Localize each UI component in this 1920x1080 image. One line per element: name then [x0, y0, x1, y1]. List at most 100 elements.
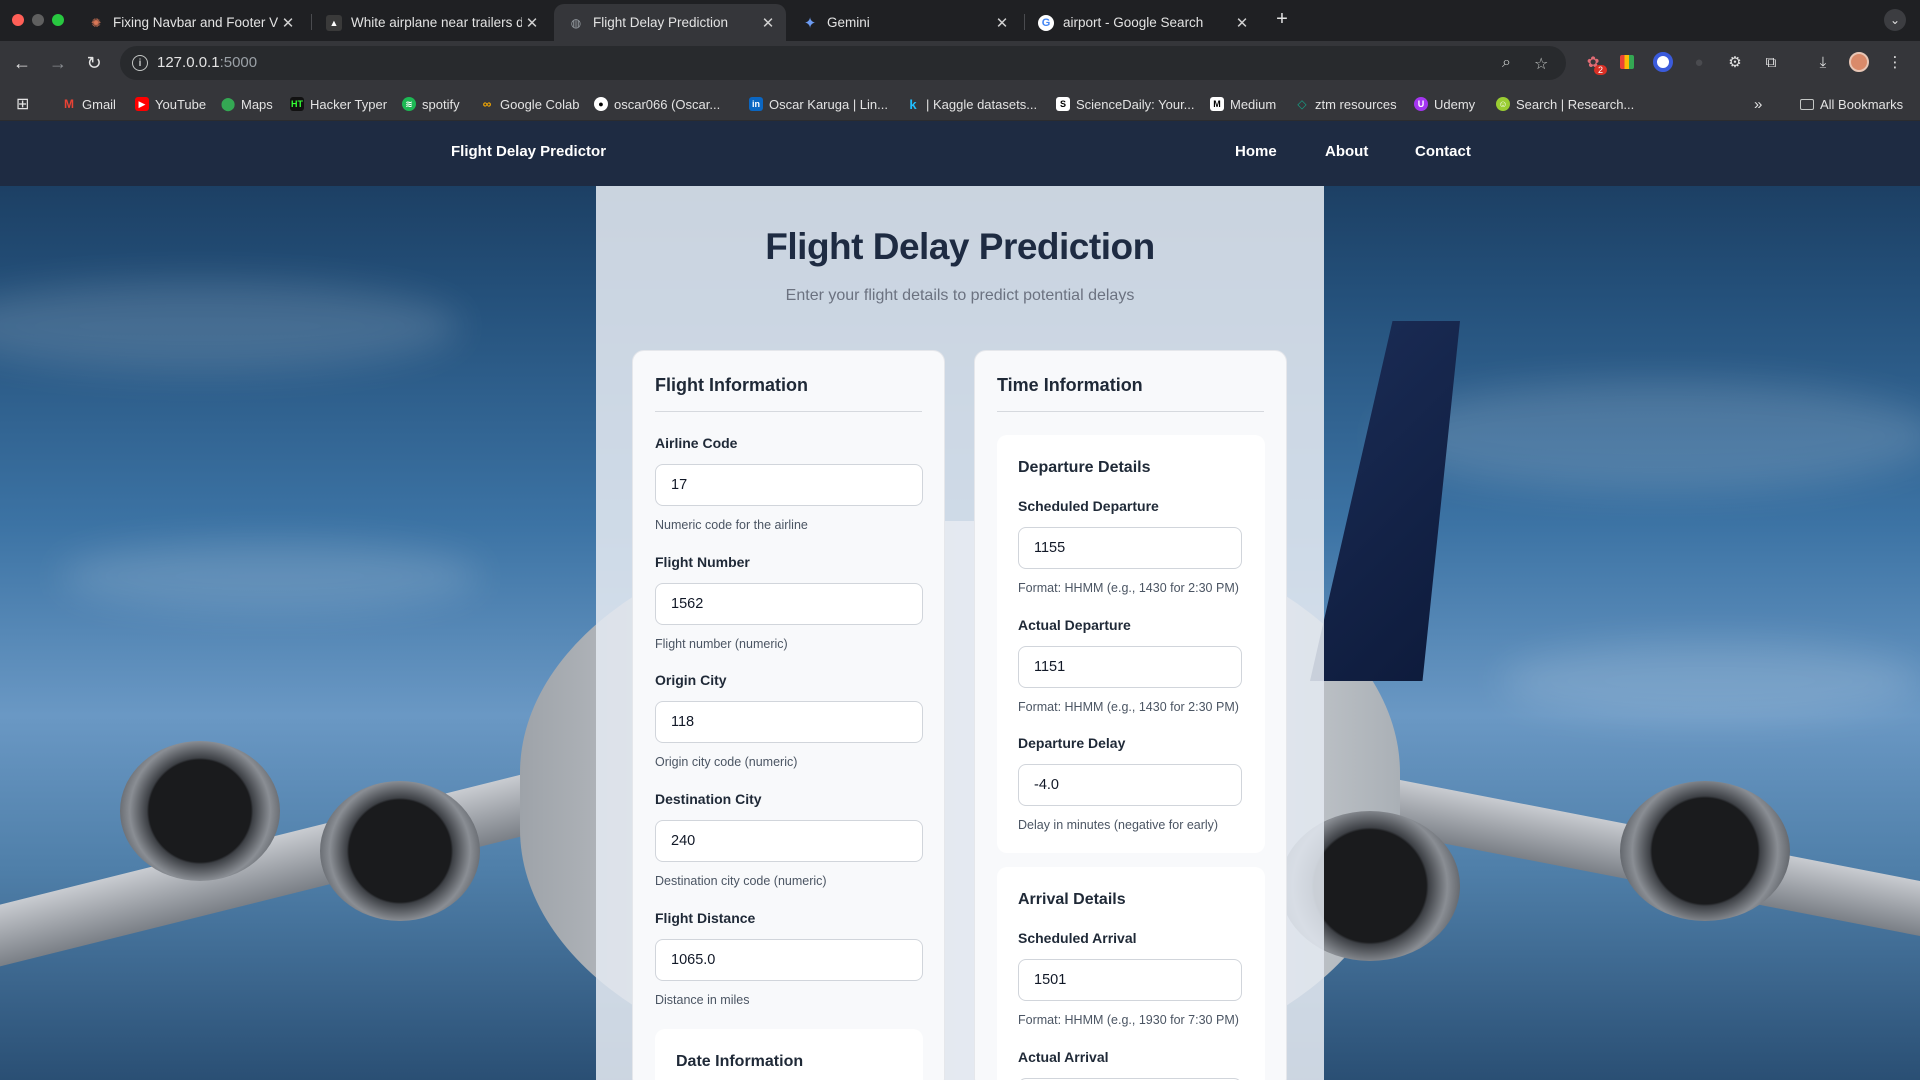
bookmark-sciencedaily[interactable]: S ScienceDaily: Your... [1056, 95, 1195, 113]
settings-extension-icon[interactable]: ⚙ [1724, 51, 1746, 73]
browser-tab-active[interactable]: ◍ Flight Delay Prediction ✕ [554, 4, 786, 41]
nav-about[interactable]: About [1325, 143, 1368, 160]
scheduled-departure-hint: Format: HHMM (e.g., 1430 for 2:30 PM) [1018, 581, 1239, 595]
hacker-typer-icon: HT [290, 97, 304, 111]
window-minimize-button[interactable] [32, 14, 44, 26]
section-title: Flight Information [655, 375, 808, 395]
bookmark-hacker-typer[interactable]: HT Hacker Typer [290, 95, 387, 113]
forward-icon[interactable]: → [46, 51, 70, 75]
research-icon: ☺ [1496, 97, 1510, 111]
page-subtitle: Enter your flight details to predict pot… [785, 287, 1135, 304]
flight-distance-hint: Distance in miles [655, 993, 750, 1007]
site-brand[interactable]: Flight Delay Predictor [451, 143, 606, 160]
bookmark-udemy[interactable]: U Udemy [1414, 95, 1475, 113]
bookmarks-bar: ⊞ M Gmail ▶ YouTube ⬤ Maps HT Hacker Typer ≋… [0, 86, 1920, 121]
section-title: Date Information [676, 1053, 804, 1070]
extension-icon[interactable]: ● [1688, 51, 1710, 73]
departure-delay-input[interactable]: -4.0 [1018, 764, 1242, 806]
bookmark-youtube[interactable]: ▶ YouTube [135, 95, 206, 113]
bookmark-github[interactable]: ● oscar066 (Oscar... [594, 95, 720, 113]
actual-departure-input[interactable]: 1151 [1018, 646, 1242, 688]
extension-icon[interactable] [1616, 51, 1638, 73]
divider [997, 411, 1264, 412]
actual-arrival-label: Actual Arrival [1018, 1049, 1109, 1065]
bookmark-star-icon[interactable]: ☆ [1534, 54, 1548, 74]
more-bookmarks-icon[interactable]: » [1754, 95, 1762, 113]
airline-code-hint: Numeric code for the airline [655, 518, 808, 532]
bookmark-spotify[interactable]: ≋ spotify [402, 95, 460, 113]
bookmark-medium[interactable]: M Medium [1210, 95, 1276, 113]
url-text[interactable]: 127.0.0.1:5000 [157, 54, 257, 71]
google-icon: G [1038, 14, 1054, 31]
sciencedaily-icon: S [1056, 97, 1070, 111]
origin-city-input[interactable]: 118 [655, 701, 923, 743]
browser-menu-icon[interactable]: ⋮ [1884, 51, 1906, 73]
extension-icon[interactable] [1652, 51, 1674, 73]
bookmark-linkedin[interactable]: in Oscar Karuga | Lin... [749, 95, 888, 113]
tab-search-button[interactable]: ⌄ [1884, 9, 1906, 31]
destination-city-input[interactable]: 240 [655, 820, 923, 862]
youtube-icon: ▶ [135, 97, 149, 111]
bookmark-google-colab[interactable]: ∞ Google Colab [480, 95, 580, 113]
extensions-puzzle-icon[interactable]: ⧉ [1760, 51, 1782, 73]
address-bar[interactable]: i 127.0.0.1:5000 ⌕ ☆ [120, 46, 1566, 80]
browser-tab[interactable]: ▲ White airplane near trailers d ✕ [312, 4, 550, 41]
close-tab-icon[interactable]: ✕ [758, 14, 778, 32]
bookmark-maps[interactable]: ⬤ Maps [221, 95, 273, 113]
scheduled-departure-input[interactable]: 1155 [1018, 527, 1242, 569]
bookmark-kaggle[interactable]: k | Kaggle datasets... [906, 95, 1037, 113]
close-tab-icon[interactable]: ✕ [278, 14, 298, 32]
udemy-icon: U [1414, 97, 1428, 111]
section-title: Arrival Details [1018, 891, 1126, 908]
browser-tab[interactable]: ✦ Gemini ✕ [788, 4, 1020, 41]
ztm-icon: ◇ [1297, 97, 1307, 111]
origin-city-label: Origin City [655, 672, 727, 688]
back-icon[interactable]: ← [10, 51, 34, 75]
all-bookmarks-button[interactable]: All Bookmarks [1800, 95, 1903, 113]
flight-information-panel: Flight Information Airline Code 17 Numer… [632, 350, 945, 1080]
apps-grid-icon[interactable]: ⊞ [16, 95, 29, 113]
airline-code-input[interactable]: 17 [655, 464, 923, 506]
departure-delay-label: Departure Delay [1018, 735, 1126, 751]
download-icon[interactable]: ⤓ [1812, 51, 1834, 73]
window-close-button[interactable] [12, 14, 24, 26]
flight-distance-input[interactable]: 1065.0 [655, 939, 923, 981]
zoom-icon[interactable]: ⌕ [1502, 54, 1511, 72]
bookmark-gmail[interactable]: M Gmail [62, 95, 116, 113]
destination-city-hint: Destination city code (numeric) [655, 874, 827, 888]
scheduled-arrival-hint: Format: HHMM (e.g., 1930 for 7:30 PM) [1018, 1013, 1239, 1027]
arrival-details-section: Arrival Details Scheduled Arrival 1501 F… [997, 867, 1265, 1080]
close-tab-icon[interactable]: ✕ [1232, 14, 1252, 32]
bookmark-research[interactable]: ☺ Search | Research... [1496, 95, 1634, 113]
window-maximize-button[interactable] [52, 14, 64, 26]
close-tab-icon[interactable]: ✕ [522, 14, 542, 32]
close-tab-icon[interactable]: ✕ [992, 14, 1012, 32]
scheduled-arrival-input[interactable]: 1501 [1018, 959, 1242, 1001]
origin-city-hint: Origin city code (numeric) [655, 755, 798, 769]
browser-tab[interactable]: ✺ Fixing Navbar and Footer Visi ✕ [74, 4, 306, 41]
date-information-section: Date Information [655, 1029, 923, 1080]
flight-number-hint: Flight number (numeric) [655, 637, 788, 651]
nav-home[interactable]: Home [1235, 143, 1277, 160]
page-title: Flight Delay Prediction [765, 226, 1155, 267]
claude-icon: ✺ [90, 15, 102, 30]
reload-icon[interactable]: ↻ [82, 51, 106, 75]
maps-icon: ⬤ [220, 96, 236, 111]
actual-departure-hint: Format: HHMM (e.g., 1430 for 2:30 PM) [1018, 700, 1239, 714]
airline-code-label: Airline Code [655, 435, 738, 451]
nav-contact[interactable]: Contact [1415, 143, 1471, 160]
flight-number-label: Flight Number [655, 554, 750, 570]
site-info-icon[interactable]: i [132, 55, 148, 71]
bookmark-ztm[interactable]: ◇ ztm resources [1295, 95, 1396, 113]
scheduled-departure-label: Scheduled Departure [1018, 498, 1159, 514]
avatar[interactable] [1848, 51, 1870, 73]
globe-icon: ◍ [570, 15, 582, 30]
extension-badge: 2 [1594, 65, 1608, 75]
browser-tab-strip: ✺ Fixing Navbar and Footer Visi ✕ ▲ Whit… [0, 0, 1920, 41]
flight-distance-label: Flight Distance [655, 910, 756, 926]
flight-number-input[interactable]: 1562 [655, 583, 923, 625]
new-tab-button[interactable]: + [1270, 8, 1294, 31]
actual-departure-label: Actual Departure [1018, 617, 1131, 633]
destination-city-label: Destination City [655, 791, 762, 807]
browser-tab[interactable]: G airport - Google Search ✕ [1024, 4, 1260, 41]
